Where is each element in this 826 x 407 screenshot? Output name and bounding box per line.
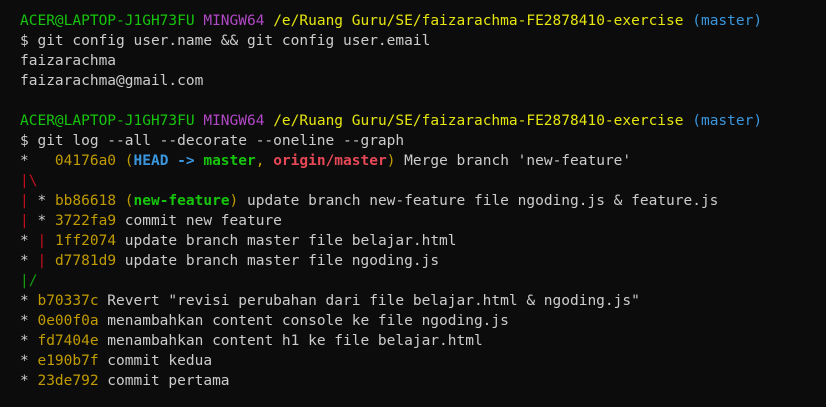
graph-edge: / [28, 273, 38, 289]
graph-node: * [20, 153, 55, 169]
graph-node: * [20, 333, 38, 349]
prompt-path: /e/Ruang Guru/SE/faizarachma-FE2878410-e… [273, 13, 684, 29]
log-line: * 23de792 commit pertama [20, 371, 826, 391]
ref-separator: , [255, 153, 274, 169]
graph-edge: | [37, 233, 47, 249]
graph-node: * [20, 373, 38, 389]
log-line: * | 1ff2074 update branch master file be… [20, 231, 826, 251]
terminal-window[interactable]: ACER@LAPTOP-J1GH73FU MINGW64 /e/Ruang Gu… [0, 0, 826, 407]
commit-message: update branch master file belajar.html [116, 233, 457, 249]
graph-node: * [20, 233, 38, 249]
ref-master: master [203, 153, 256, 169]
command-line-1: $ git config user.name && git config use… [20, 33, 431, 49]
commit-message: Merge branch 'new-feature' [395, 153, 632, 169]
prompt-shell: MINGW64 [203, 13, 265, 29]
graph-node: * [28, 213, 55, 229]
commit-message: commit pertama [98, 373, 230, 389]
commit-hash: b70337c [37, 293, 99, 309]
commit-message: commit new feature [116, 213, 282, 229]
ref-paren: ( [116, 153, 134, 169]
prompt-branch: (master) [692, 113, 763, 129]
graph-space [46, 253, 55, 269]
prompt-path: /e/Ruang Guru/SE/faizarachma-FE2878410-e… [273, 113, 684, 129]
graph-node: * [20, 353, 38, 369]
commit-message: update branch master file ngoding.js [116, 253, 440, 269]
graph-space [46, 233, 55, 249]
graph-edge: | [20, 173, 29, 189]
commit-hash: e190b7f [37, 353, 99, 369]
log-line: * 04176a0 (HEAD -> master, origin/master… [20, 151, 826, 171]
prompt-user-host: ACER@LAPTOP-J1GH73FU [20, 13, 195, 29]
log-line: * fd7404e menambahkan content h1 ke file… [20, 331, 826, 351]
commit-message: update branch new-feature file ngoding.j… [238, 193, 719, 209]
graph-node: * [28, 193, 55, 209]
log-line: | * 3722fa9 commit new feature [20, 211, 826, 231]
commit-hash: fd7404e [37, 333, 99, 349]
log-line: * e190b7f commit kedua [20, 351, 826, 371]
log-line: |\ [20, 171, 826, 191]
graph-edge: | [20, 213, 29, 229]
log-line: * b70337c Revert "revisi perubahan dari … [20, 291, 826, 311]
commit-hash: d7781d9 [54, 253, 117, 269]
commit-message: menambahkan content console ke file ngod… [98, 313, 509, 329]
commit-hash: 0e00f0a [37, 313, 99, 329]
commit-hash: 3722fa9 [54, 213, 117, 229]
ref-new-feature: new-feature [133, 193, 230, 209]
prompt-branch: (master) [692, 13, 763, 29]
commit-hash: 1ff2074 [54, 233, 117, 249]
ref-origin-master: origin/master [273, 153, 387, 169]
commit-message: commit kedua [98, 353, 213, 369]
graph-edge: | [20, 193, 29, 209]
ref-head: HEAD -> [133, 153, 204, 169]
prompt-line-1: ACER@LAPTOP-J1GH73FU MINGW64 /e/Ruang Gu… [20, 11, 826, 31]
prompt-shell: MINGW64 [203, 113, 265, 129]
log-line: |/ [20, 271, 826, 291]
graph-edge: | [37, 253, 47, 269]
graph-node: * [20, 313, 38, 329]
log-line: * | d7781d9 update branch master file ng… [20, 251, 826, 271]
prompt-user-host: ACER@LAPTOP-J1GH73FU [20, 113, 195, 129]
graph-node: * [20, 293, 38, 309]
prompt-line-2: ACER@LAPTOP-J1GH73FU MINGW64 /e/Ruang Gu… [20, 111, 826, 131]
ref-paren: ) [229, 193, 239, 209]
output-line: faizarachma [20, 53, 117, 69]
graph-node: * [20, 253, 38, 269]
output-line: faizarachma@gmail.com [20, 73, 204, 89]
commit-message: Revert "revisi perubahan dari file belaj… [98, 293, 640, 309]
log-line: * 0e00f0a menambahkan content console ke… [20, 311, 826, 331]
log-line: | * bb86618 (new-feature) update branch … [20, 191, 826, 211]
commit-hash: 23de792 [37, 373, 99, 389]
graph-edge: \ [28, 173, 38, 189]
commit-message: menambahkan content h1 ke file belajar.h… [98, 333, 483, 349]
command-line-2: $ git log --all --decorate --oneline --g… [20, 133, 405, 149]
commit-hash: bb86618 [54, 193, 117, 209]
graph-edge: | [20, 273, 29, 289]
commit-hash: 04176a0 [54, 153, 117, 169]
ref-paren: ( [116, 193, 134, 209]
